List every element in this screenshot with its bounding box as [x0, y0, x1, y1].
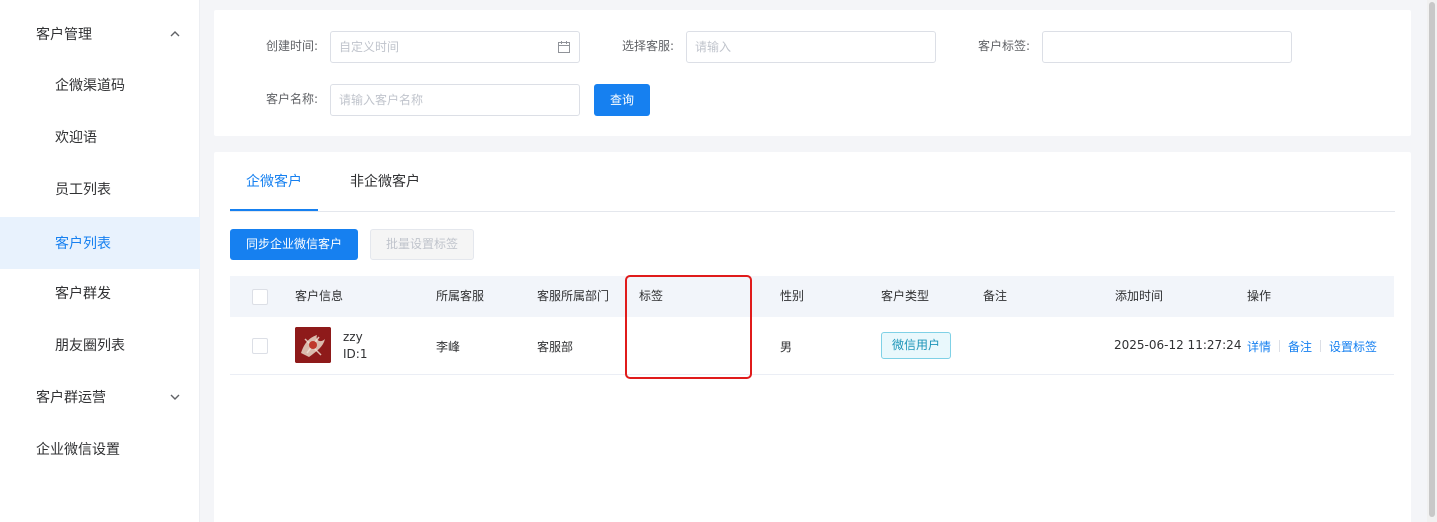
customer-name: zzy — [343, 330, 363, 344]
create-time-label: 创建时间: — [265, 39, 318, 53]
chevron-down-icon — [170, 394, 180, 400]
cell-department: 客服部 — [537, 340, 574, 354]
column-header: 所属客服 — [436, 289, 485, 303]
sidebar-item-label: 客户列表 — [55, 236, 111, 252]
customer-type-badge: 微信用户 — [881, 332, 951, 359]
sidebar-item-label: 朋友圈列表 — [55, 338, 125, 354]
tag-label: 客户标签: — [977, 39, 1030, 53]
tab-wecom-customers[interactable]: 企微客户 — [230, 152, 318, 212]
sidebar-item-staff-list[interactable]: 员工列表 — [0, 163, 200, 215]
column-header: 操作 — [1247, 289, 1272, 303]
customer-table-panel: 企微客户 非企微客户 同步企业微信客户 批量设置标签 客户信息 所属客服 客服所… — [214, 152, 1411, 522]
sidebar-item-moments-list[interactable]: 朋友圈列表 — [0, 319, 200, 371]
query-button[interactable]: 查询 — [594, 84, 650, 116]
menu-group-group-operation[interactable]: 客户群运营 — [0, 371, 200, 423]
sidebar-item-mass-message[interactable]: 客户群发 — [0, 267, 200, 319]
scrollbar-thumb[interactable] — [1429, 2, 1435, 517]
create-time-picker[interactable]: 自定义时间 — [330, 31, 580, 63]
tabs-divider — [230, 211, 1395, 212]
cell-gender: 男 — [780, 340, 793, 354]
name-placeholder: 请输入客户名称 — [339, 93, 424, 107]
menu-group-label: 企业微信设置 — [36, 442, 120, 458]
select-all-checkbox[interactable] — [252, 289, 268, 305]
column-header: 客户信息 — [295, 289, 344, 303]
agent-placeholder: 请输入 — [695, 40, 732, 54]
details-link[interactable]: 详情 — [1247, 338, 1271, 355]
sidebar-item-label: 员工列表 — [55, 182, 111, 198]
cell-added-time: 2025-06-12 11:27:24 — [1114, 338, 1242, 352]
customer-id: ID:1 — [343, 347, 368, 361]
tab-non-wecom-customers[interactable]: 非企微客户 — [340, 152, 430, 212]
chevron-up-icon — [170, 31, 180, 37]
table-row: zzy ID:1 李峰 客服部 男 微信用户 2025-06-12 11:27:… — [230, 317, 1394, 375]
remark-link[interactable]: 备注 — [1288, 338, 1312, 355]
column-header: 备注 — [983, 289, 1008, 303]
menu-group-label: 客户群运营 — [36, 390, 106, 406]
table-header: 客户信息 所属客服 客服所属部门 标签 性别 客户类型 备注 添加时间 操作 — [230, 276, 1394, 317]
menu-group-wecom-settings[interactable]: 企业微信设置 — [0, 423, 200, 475]
column-header: 添加时间 — [1115, 289, 1164, 303]
create-time-placeholder: 自定义时间 — [339, 40, 400, 54]
agent-label: 选择客服: — [621, 39, 674, 53]
avatar — [295, 327, 331, 363]
cell-agent: 李峰 — [436, 340, 461, 354]
sidebar-item-channel-code[interactable]: 企微渠道码 — [0, 59, 200, 111]
set-tags-link[interactable]: 设置标签 — [1329, 338, 1377, 355]
avatar-image — [295, 327, 331, 363]
filter-panel: 创建时间: 自定义时间 选择客服: 请输入 客户标签: 客户名称: 请输入客户名… — [214, 10, 1411, 136]
customer-name-input[interactable]: 请输入客户名称 — [330, 84, 580, 116]
menu-group-label: 客户管理 — [36, 27, 92, 43]
tag-column-highlight — [625, 275, 752, 379]
sync-wecom-customers-button[interactable]: 同步企业微信客户 — [230, 229, 358, 260]
sidebar-item-customer-list[interactable]: 客户列表 — [0, 217, 200, 269]
column-header: 性别 — [780, 289, 805, 303]
action-separator — [1279, 340, 1280, 352]
sidebar-item-label: 客户群发 — [55, 286, 111, 302]
calendar-icon — [558, 41, 570, 53]
sidebar-item-welcome[interactable]: 欢迎语 — [0, 111, 200, 163]
agent-input[interactable]: 请输入 — [686, 31, 936, 63]
active-tab-indicator — [230, 209, 318, 211]
name-label: 客户名称: — [265, 92, 318, 106]
column-header: 客户类型 — [881, 289, 930, 303]
menu-group-customer-management[interactable]: 客户管理 — [0, 8, 200, 60]
sidebar-item-label: 欢迎语 — [55, 130, 97, 146]
row-checkbox[interactable] — [252, 338, 268, 354]
sidebar: 客户管理 企微渠道码 欢迎语 员工列表 客户列表 客户群发 朋友圈列表 客户群运… — [0, 0, 200, 522]
action-separator — [1320, 340, 1321, 352]
tag-select[interactable] — [1042, 31, 1292, 63]
column-header: 客服所属部门 — [537, 289, 610, 303]
sidebar-item-label: 企微渠道码 — [55, 78, 125, 94]
batch-set-tags-button[interactable]: 批量设置标签 — [370, 229, 474, 260]
page-scrollbar[interactable] — [1427, 0, 1437, 522]
